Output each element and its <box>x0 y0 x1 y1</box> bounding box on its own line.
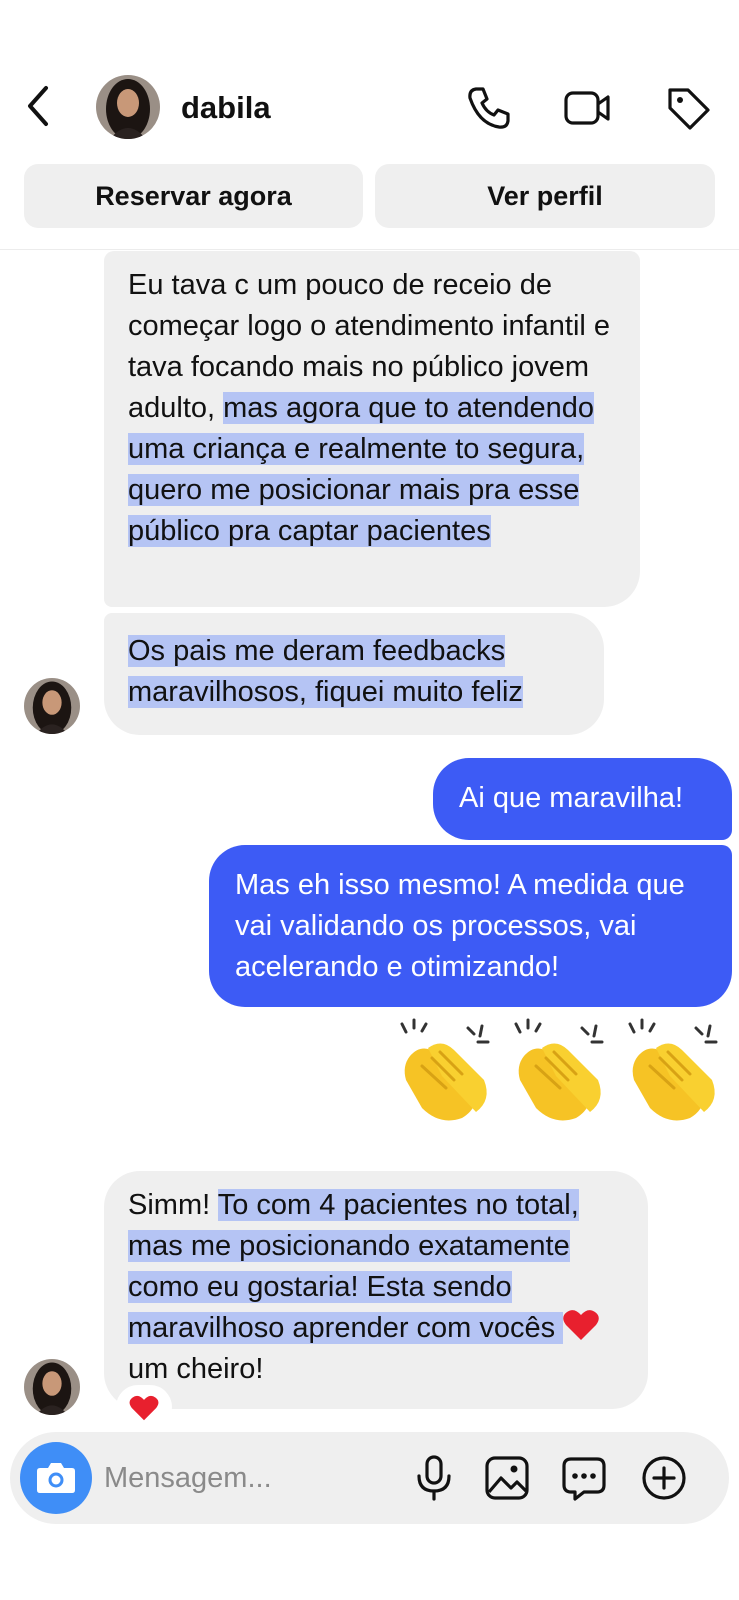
chat-header: dabila Reservar agora Ver perfil <box>0 0 739 250</box>
back-chevron-icon <box>28 86 48 126</box>
microphone-icon <box>417 1455 451 1501</box>
gallery-button[interactable] <box>483 1454 531 1502</box>
contact-username[interactable]: dabila <box>181 90 271 126</box>
message-input[interactable] <box>104 1454 404 1502</box>
sticker-icon <box>562 1457 606 1501</box>
view-profile-button[interactable]: Ver perfil <box>375 164 715 228</box>
voice-call-button[interactable] <box>465 84 513 132</box>
outgoing-message[interactable]: Ai que maravilha! <box>433 758 732 840</box>
plus-icon <box>642 1456 686 1500</box>
red-heart-icon <box>129 1395 159 1421</box>
video-camera-icon <box>564 91 610 125</box>
red-heart-icon <box>563 1310 599 1340</box>
message-sender-avatar[interactable] <box>24 1359 80 1415</box>
more-options-button[interactable] <box>640 1454 688 1502</box>
clapping-hands-icon <box>514 1018 604 1121</box>
clapping-hands-icon <box>628 1018 718 1121</box>
message-composer <box>10 1432 729 1524</box>
outgoing-emoji-message[interactable] <box>392 1016 732 1136</box>
clapping-hands-icon <box>400 1018 490 1121</box>
message-text: um cheiro! <box>128 1353 264 1385</box>
message-sender-avatar[interactable] <box>24 678 80 734</box>
tag-button[interactable] <box>664 84 712 132</box>
tag-icon <box>668 88 710 130</box>
incoming-message[interactable]: Simm! To com 4 pacientes no total, mas m… <box>104 1171 648 1409</box>
camera-button[interactable] <box>20 1442 92 1514</box>
incoming-message[interactable]: Os pais me deram feedbacks maravilhosos,… <box>104 613 604 735</box>
image-icon <box>485 1456 529 1500</box>
highlighted-text: Os pais me deram feedbacks maravilhosos,… <box>128 635 523 708</box>
reserve-now-button[interactable]: Reservar agora <box>24 164 363 228</box>
sticker-button[interactable] <box>560 1454 608 1502</box>
outgoing-message[interactable]: Mas eh isso mesmo! A medida que vai vali… <box>209 845 732 1007</box>
back-button[interactable] <box>22 84 58 128</box>
phone-icon <box>468 87 510 129</box>
message-thread[interactable]: Eu tava c um pouco de receio de começar … <box>0 251 739 1426</box>
camera-icon <box>37 1463 75 1493</box>
message-reaction[interactable] <box>116 1385 172 1426</box>
contact-avatar[interactable] <box>96 75 160 139</box>
voice-message-button[interactable] <box>410 1454 458 1502</box>
incoming-message[interactable]: Eu tava c um pouco de receio de começar … <box>104 251 640 607</box>
message-text: Simm! <box>128 1189 218 1221</box>
video-call-button[interactable] <box>564 84 612 132</box>
